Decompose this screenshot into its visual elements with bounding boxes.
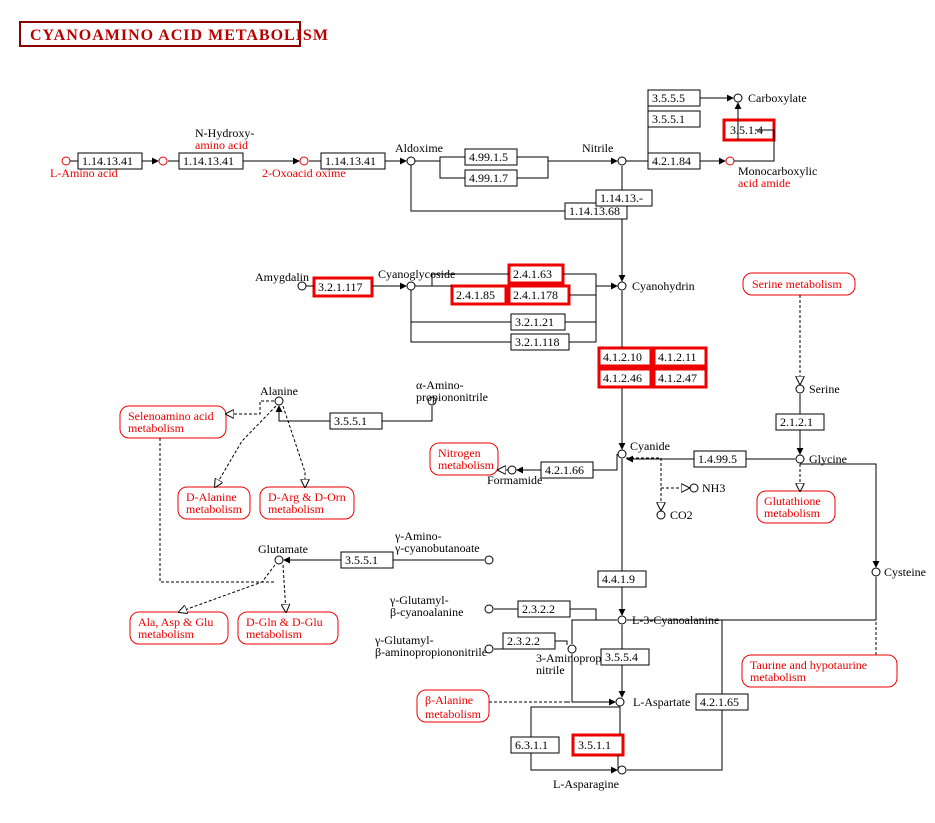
svg-text:metabolism: metabolism (764, 506, 821, 520)
node-gamino (485, 556, 493, 564)
node-oxoacid (300, 157, 308, 165)
node-lamino (62, 157, 70, 165)
svg-text:1.14.13.-: 1.14.13.- (600, 191, 643, 205)
label-nhydroxy2: amino acid (195, 138, 248, 152)
node-monocarb (726, 157, 734, 165)
label-gap2: β-aminopropiononitrile (375, 645, 487, 659)
svg-text:3.5.1.1: 3.5.1.1 (578, 738, 611, 752)
svg-text:metabolism: metabolism (186, 502, 243, 516)
label-cyanohydrin: Cyanohydrin (632, 279, 695, 293)
svg-text:4.1.2.47: 4.1.2.47 (658, 371, 697, 385)
node-cyanide (618, 450, 626, 458)
label-nh3: NH3 (702, 481, 725, 495)
svg-text:4.1.2.11: 4.1.2.11 (658, 350, 697, 364)
svg-text:4.1.2.10: 4.1.2.10 (603, 350, 642, 364)
label-serine: Serine (809, 382, 840, 396)
label-co2: CO2 (670, 508, 693, 522)
node-glycine (796, 455, 804, 463)
node-nitrile (618, 157, 626, 165)
svg-text:4.2.1.66: 4.2.1.66 (545, 463, 584, 477)
svg-text:β-Alanine: β-Alanine (425, 693, 473, 707)
svg-text:metabolism: metabolism (438, 458, 495, 472)
label-nitrile: Nitrile (582, 141, 613, 155)
node-ggbc (485, 605, 493, 613)
node-cysteine (872, 568, 880, 576)
label-lasn: L-Asparagine (553, 777, 619, 791)
node-lasn (618, 766, 626, 774)
svg-text:3.2.1.117: 3.2.1.117 (318, 280, 363, 294)
svg-text:3.2.1.118: 3.2.1.118 (515, 335, 560, 349)
label-carboxylate: Carboxylate (748, 91, 807, 105)
label-aamino2: propiononitrile (416, 390, 488, 404)
node-nh3 (690, 484, 698, 492)
svg-text:2.3.2.2: 2.3.2.2 (507, 634, 540, 648)
node-l3ca (618, 616, 626, 624)
svg-text:4.99.1.5: 4.99.1.5 (469, 150, 508, 164)
node-glutamate (275, 556, 283, 564)
node-cyanohydrin (618, 282, 626, 290)
svg-text:2.1.2.1: 2.1.2.1 (780, 415, 813, 429)
svg-text:4.99.1.7: 4.99.1.7 (469, 171, 508, 185)
label-glutamate: Glutamate (258, 542, 308, 556)
label-cyanide: Cyanide (630, 439, 670, 453)
svg-text:metabolism: metabolism (138, 627, 195, 641)
svg-text:6.3.1.1: 6.3.1.1 (515, 738, 548, 752)
svg-text:2.3.2.2: 2.3.2.2 (522, 602, 555, 616)
label-lasp: L-Aspartate (633, 695, 690, 709)
svg-text:1.14.13.41: 1.14.13.41 (82, 154, 133, 168)
svg-text:metabolism: metabolism (750, 670, 807, 684)
node-alanine (275, 397, 283, 405)
node-co2 (657, 511, 665, 519)
node-aldoxime (407, 157, 415, 165)
node-nhydroxy (159, 157, 167, 165)
label-formamide: Formamide (487, 473, 542, 487)
svg-text:1.14.13.41: 1.14.13.41 (325, 154, 376, 168)
svg-text:metabolism: metabolism (128, 421, 185, 435)
svg-text:4.2.1.65: 4.2.1.65 (700, 695, 739, 709)
label-apn2: nitrile (536, 663, 565, 677)
svg-text:metabolism: metabolism (246, 627, 303, 641)
svg-text:4.4.1.9: 4.4.1.9 (602, 572, 635, 586)
svg-text:3.5.5.1: 3.5.5.1 (652, 112, 685, 126)
label-aldoxime: Aldoxime (395, 141, 443, 155)
svg-text:4.2.1.84: 4.2.1.84 (652, 154, 691, 168)
svg-text:4.1.2.46: 4.1.2.46 (603, 371, 642, 385)
label-monocarb2: acid amide (738, 176, 790, 190)
svg-text:1.14.13.41: 1.14.13.41 (183, 154, 234, 168)
svg-text:1.4.99.5: 1.4.99.5 (698, 452, 737, 466)
svg-text:2.4.1.178: 2.4.1.178 (513, 288, 558, 302)
node-lasp (616, 698, 624, 706)
label-cysteine: Cysteine (884, 565, 926, 579)
svg-text:3.5.5.1: 3.5.5.1 (345, 553, 378, 567)
pathway-title: CYANOAMINO ACID METABOLISM (30, 27, 329, 44)
node-carboxylate (734, 94, 742, 102)
svg-text:2.4.1.85: 2.4.1.85 (456, 288, 495, 302)
node-cyanoglyc (407, 282, 415, 290)
node-serine (796, 385, 804, 393)
svg-text:3.5.5.5: 3.5.5.5 (652, 91, 685, 105)
label-gamino2: γ-cyanobutanoate (394, 541, 480, 555)
svg-text:3.2.1.21: 3.2.1.21 (515, 315, 554, 329)
label-alanine: Alanine (260, 384, 298, 398)
svg-text:Serine metabolism: Serine metabolism (752, 277, 842, 291)
svg-text:2.4.1.63: 2.4.1.63 (513, 267, 552, 281)
svg-text:metabolism: metabolism (268, 502, 325, 516)
label-gb2: β-cyanoalanine (390, 605, 463, 619)
label-amygdalin: Amygdalin (255, 270, 309, 284)
svg-text:metabolism: metabolism (425, 707, 482, 721)
svg-text:3.5.5.1: 3.5.5.1 (334, 414, 367, 428)
svg-text:3.5.5.4: 3.5.5.4 (605, 650, 638, 664)
